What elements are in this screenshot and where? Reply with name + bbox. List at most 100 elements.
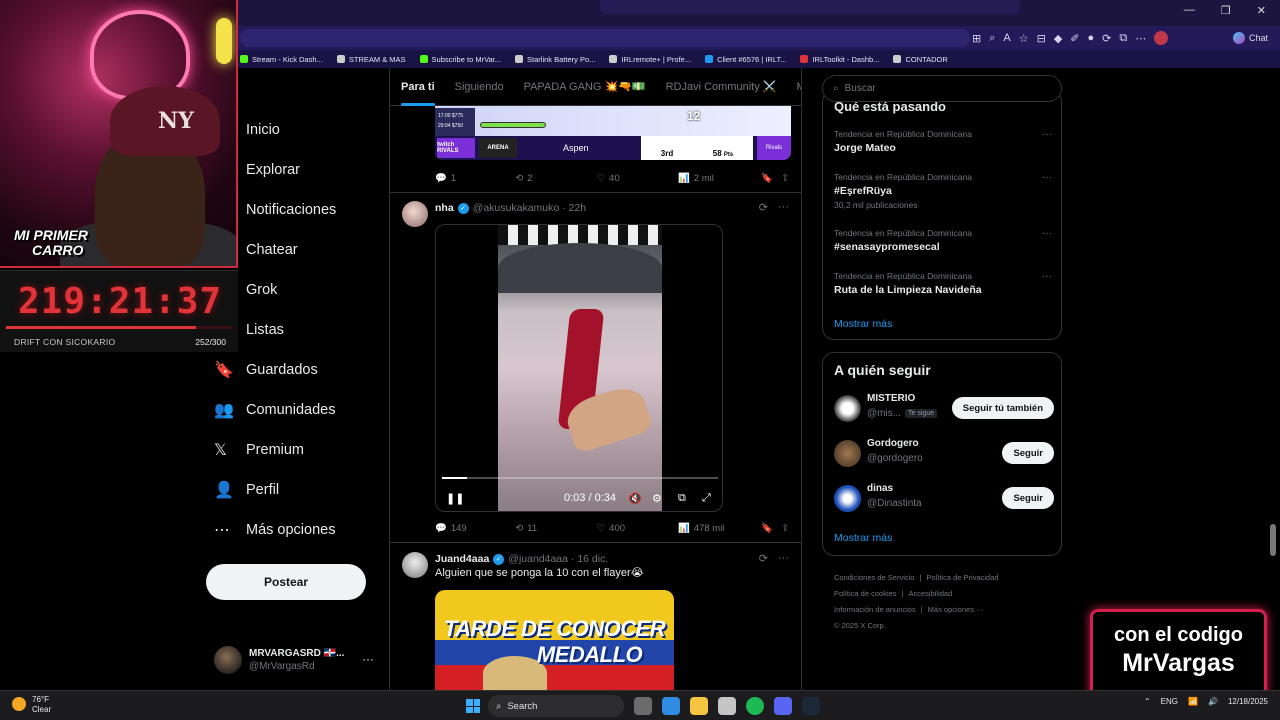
bookmark-item[interactable]: Starlink Battery Po... bbox=[515, 55, 595, 64]
toolbar-icon[interactable]: ◆ bbox=[1054, 32, 1062, 45]
toolbar-icon[interactable]: ⊞ bbox=[972, 32, 981, 45]
bookmark-button[interactable]: 🔖 bbox=[761, 523, 781, 534]
nav-item-x-logo[interactable]: 𝕏 Premium bbox=[206, 430, 386, 470]
trend-item[interactable]: Tendencia en República Dominicana #EşrefR… bbox=[834, 172, 1054, 210]
nav-item-bookmark[interactable]: 🔖 Guardados bbox=[206, 350, 386, 390]
bookmark-item[interactable]: Client #6576 | IRLT... bbox=[705, 55, 786, 64]
views-button[interactable]: 📊 2 mil bbox=[678, 173, 761, 184]
share-button[interactable]: ⇪ bbox=[781, 523, 791, 534]
trend-item[interactable]: Tendencia en República Dominicana Jorge M… bbox=[834, 129, 1054, 154]
avatar[interactable] bbox=[834, 440, 861, 467]
weather-widget[interactable]: 76°F Clear bbox=[12, 695, 51, 715]
like-button[interactable]: ♡ 40 bbox=[597, 173, 678, 184]
spotify-icon[interactable] bbox=[746, 697, 764, 715]
tweet-image[interactable]: TARDE DE CONOCER MEDALLO bbox=[435, 590, 674, 690]
footer-link[interactable]: © 2025 X Corp. bbox=[834, 621, 886, 630]
obs-icon[interactable] bbox=[718, 697, 736, 715]
nav-item-more-options[interactable]: ⋯ Más opciones bbox=[206, 510, 386, 550]
avatar[interactable] bbox=[834, 485, 861, 512]
show-more-trends-link[interactable]: Mostrar más bbox=[834, 318, 892, 330]
avatar[interactable] bbox=[402, 201, 428, 227]
follow-button[interactable]: Seguir tú también bbox=[951, 397, 1054, 419]
tab-0[interactable]: Para ti bbox=[401, 81, 435, 106]
toolbar-icon[interactable]: ✐ bbox=[1070, 32, 1079, 45]
tweet-handle[interactable]: @juand4aaa · 16 dic. bbox=[508, 553, 608, 565]
address-bar[interactable] bbox=[240, 29, 970, 47]
task-view-icon[interactable] bbox=[634, 697, 652, 715]
footer-link[interactable]: Política de cookies bbox=[834, 589, 897, 598]
footer-link[interactable]: Más opciones ··· bbox=[928, 605, 984, 614]
pause-icon[interactable]: ❚❚ bbox=[446, 492, 464, 505]
trend-item[interactable]: Tendencia en República Dominicana #senasa… bbox=[834, 228, 1054, 253]
follow-suggestion[interactable]: MISTERIO @mis... Te sigue Seguir tú también bbox=[834, 393, 1054, 423]
toolbar-icon[interactable]: ● bbox=[1088, 32, 1095, 44]
avatar[interactable] bbox=[402, 552, 428, 578]
footer-link[interactable]: Información de anuncios bbox=[834, 605, 916, 614]
search-input[interactable]: ⌕ Buscar bbox=[822, 75, 1062, 102]
toolbar-icon[interactable]: ☆ bbox=[1019, 32, 1029, 45]
like-button[interactable]: ♡ 400 bbox=[597, 523, 678, 534]
clock[interactable]: 12/18/2025 bbox=[1228, 697, 1268, 706]
tweet-handle[interactable]: @akusukakamuko · 22h bbox=[473, 202, 586, 214]
follow-suggestion[interactable]: dinas @Dinastinta Seguir bbox=[834, 483, 1054, 513]
tweet-author-name[interactable]: Juand4aaa bbox=[435, 553, 489, 565]
tweet-author-name[interactable]: nha bbox=[435, 202, 454, 214]
mute-icon[interactable]: 🔇 bbox=[628, 492, 642, 505]
nav-item-grok[interactable]: Grok bbox=[206, 270, 386, 310]
footer-link[interactable]: Política de Privacidad bbox=[926, 573, 998, 582]
share-button[interactable]: ⇪ bbox=[781, 173, 791, 184]
tab-2[interactable]: PAPADA GANG 💥🔫💵 bbox=[524, 80, 646, 93]
more-icon[interactable]: ··· bbox=[1042, 271, 1052, 282]
bookmark-button[interactable]: 🔖 bbox=[761, 173, 781, 184]
nav-item-mail[interactable]: Chatear bbox=[206, 230, 386, 270]
footer-link[interactable]: Condiciones de Servicio bbox=[834, 573, 914, 582]
toolbar-icon[interactable]: ⊟ bbox=[1037, 32, 1046, 45]
more-icon[interactable]: ··· bbox=[1042, 129, 1052, 140]
fullscreen-icon[interactable]: ⤢ bbox=[702, 492, 711, 505]
reply-button[interactable]: 💬 149 bbox=[435, 523, 515, 534]
account-switcher[interactable]: MRVARGASRD 🇩🇴... @MrVargasRd ··· bbox=[214, 644, 384, 676]
bookmark-item[interactable]: IRLToolkit - Dashb... bbox=[800, 55, 879, 64]
language-indicator[interactable]: ENG bbox=[1161, 697, 1178, 706]
scrollbar-thumb[interactable] bbox=[1270, 524, 1276, 556]
nav-item-home[interactable]: Inicio bbox=[206, 110, 386, 150]
nav-item-search[interactable]: Explorar bbox=[206, 150, 386, 190]
more-icon[interactable]: ··· bbox=[1042, 172, 1052, 183]
close-icon[interactable]: ✕ bbox=[1257, 4, 1266, 17]
volume-icon[interactable]: 🔊 bbox=[1208, 697, 1218, 706]
video-player[interactable]: ❚❚ 0:03 / 0:34 🔇 ⚙ ⧉ ⤢ bbox=[435, 224, 723, 512]
edge-icon[interactable] bbox=[662, 697, 680, 715]
pip-icon[interactable]: ⧉ bbox=[678, 492, 686, 505]
show-more-follow-link[interactable]: Mostrar más bbox=[834, 532, 892, 544]
file-explorer-icon[interactable] bbox=[690, 697, 708, 715]
toolbar-icon[interactable]: A bbox=[1003, 32, 1010, 44]
grok-icon[interactable]: ⟳ bbox=[759, 552, 768, 565]
toolbar-icon[interactable]: ⌕ bbox=[989, 32, 995, 45]
page-scrollbar[interactable] bbox=[1270, 68, 1276, 690]
wifi-icon[interactable]: 📶 bbox=[1188, 697, 1198, 706]
more-icon[interactable]: ··· bbox=[1042, 228, 1052, 239]
toolbar-icon[interactable]: ⟳ bbox=[1102, 32, 1111, 45]
post-button[interactable]: Postear bbox=[206, 564, 366, 600]
follow-suggestion[interactable]: Gordogero @gordogero Seguir bbox=[834, 438, 1054, 468]
video-scrubber[interactable] bbox=[442, 477, 718, 479]
footer-link[interactable]: Accesibilidad bbox=[909, 589, 953, 598]
discord-icon[interactable] bbox=[774, 697, 792, 715]
bookmark-item[interactable]: Subscribe to MrVar... bbox=[419, 55, 501, 64]
tab-3[interactable]: RDJavi Community ⚔️ bbox=[666, 80, 777, 93]
bookmark-item[interactable]: IRLremote+ | Profe... bbox=[609, 55, 691, 64]
more-icon[interactable]: ··· bbox=[778, 201, 789, 214]
minimize-icon[interactable]: — bbox=[1184, 4, 1195, 17]
copilot-chat-button[interactable]: Chat bbox=[1232, 29, 1268, 47]
views-button[interactable]: 📊 478 mil bbox=[678, 523, 761, 534]
avatar[interactable] bbox=[834, 395, 861, 422]
grok-icon[interactable]: ⟳ bbox=[759, 201, 768, 214]
bookmark-item[interactable]: Stream - Kick Dash... bbox=[240, 55, 323, 64]
profile-avatar[interactable] bbox=[1154, 31, 1169, 45]
tab-strip[interactable] bbox=[600, 0, 1020, 14]
settings-icon[interactable]: ⚙ bbox=[652, 492, 662, 505]
follow-button[interactable]: Seguir bbox=[1002, 442, 1054, 464]
bookmark-item[interactable]: STREAM & MAS bbox=[336, 55, 406, 64]
steam-icon[interactable] bbox=[802, 697, 820, 715]
previous-tweet-media[interactable]: 17:00 $775 29:04 $750 12 twitch RIVALS A… bbox=[435, 106, 791, 160]
